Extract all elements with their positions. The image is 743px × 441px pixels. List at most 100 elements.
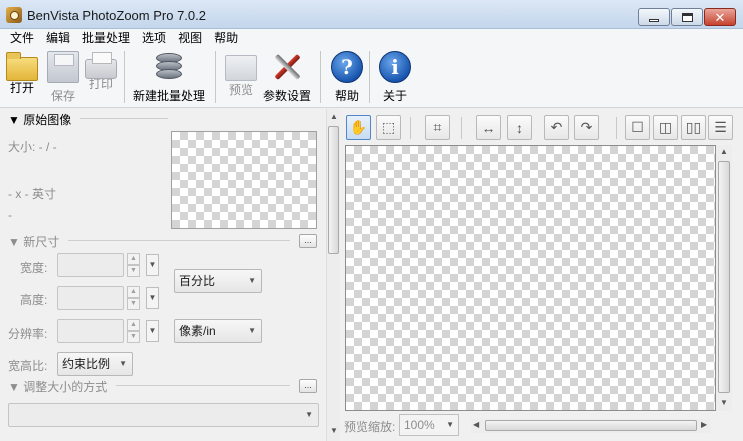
preview-horizontal-scrollbar[interactable]: ◀ ▶ bbox=[471, 419, 711, 433]
flip-horizontal-button[interactable]: ↔ bbox=[476, 115, 501, 140]
toolbar-separator bbox=[215, 51, 216, 103]
resolution-input[interactable] bbox=[57, 319, 124, 343]
original-image-header[interactable]: ▼ 原始图像 bbox=[8, 111, 71, 128]
resize-method-select[interactable]: ▼ bbox=[8, 403, 319, 427]
width-preset-dropdown[interactable]: ▼ bbox=[146, 254, 159, 276]
scrollbar-thumb[interactable] bbox=[718, 161, 730, 393]
print-button[interactable]: 打印 bbox=[85, 51, 117, 92]
new-size-header[interactable]: ▼ 新尺寸 bbox=[8, 233, 59, 250]
crop-icon: ⌗ bbox=[433, 119, 442, 135]
chevron-down-icon: ▼ bbox=[248, 276, 256, 285]
zoom-select[interactable]: 100% ▼ bbox=[399, 414, 459, 436]
menu-edit[interactable]: 编辑 bbox=[40, 29, 76, 47]
settings-panel: ▼ 原始图像 大小: - / - - x - 英寸 - ▼ 新尺寸 ... 宽度… bbox=[0, 109, 341, 441]
toolbar-separator bbox=[410, 117, 411, 139]
minimize-button[interactable] bbox=[638, 8, 670, 26]
aspect-ratio-value: 约束比例 bbox=[62, 357, 111, 371]
printer-icon bbox=[85, 52, 117, 79]
resolution-unit-value: 像素/in bbox=[179, 324, 216, 338]
split-view-button[interactable]: ◫ bbox=[653, 115, 678, 140]
scrollbar-thumb[interactable] bbox=[328, 126, 339, 254]
vertical-arrows-icon: ↕ bbox=[516, 119, 523, 136]
settings-button[interactable]: 参数设置 bbox=[263, 51, 311, 104]
single-view-icon: ☐ bbox=[631, 119, 644, 135]
hand-tool-button[interactable]: ✋ bbox=[346, 115, 371, 140]
resolution-stepper[interactable]: ▲ ▼ bbox=[127, 319, 140, 343]
menu-view[interactable]: 视图 bbox=[172, 29, 208, 47]
app-icon bbox=[6, 7, 22, 23]
help-button[interactable]: ? 帮助 bbox=[331, 51, 363, 104]
rotate-left-icon: ↶ bbox=[550, 119, 563, 135]
height-preset-dropdown[interactable]: ▼ bbox=[146, 287, 159, 309]
rotate-right-icon: ↷ bbox=[580, 119, 593, 135]
view-toolbar: ✋ ⬚ ⌗ ↔ ↕ ↶ ↷ ☐ ◫ ▯▯ ☰ bbox=[341, 109, 743, 142]
unit-select[interactable]: 百分比 ▼ bbox=[174, 269, 262, 293]
image-preview-icon bbox=[225, 55, 257, 81]
side-by-side-icon: ▯▯ bbox=[685, 119, 702, 135]
original-dash-text: - bbox=[8, 208, 12, 222]
height-input[interactable] bbox=[57, 286, 124, 310]
menu-bar: 文件 编辑 批量处理 选项 视图 帮助 bbox=[0, 29, 743, 47]
menu-help[interactable]: 帮助 bbox=[208, 29, 244, 47]
rotate-left-button[interactable]: ↶ bbox=[544, 115, 569, 140]
width-stepper[interactable]: ▲ ▼ bbox=[127, 253, 140, 277]
resolution-preset-dropdown[interactable]: ▼ bbox=[146, 320, 159, 342]
stacked-view-button[interactable]: ☰ bbox=[708, 115, 733, 140]
preview-label: 预览 bbox=[228, 83, 253, 97]
height-stepper[interactable]: ▲ ▼ bbox=[127, 286, 140, 310]
toolbar-separator bbox=[320, 51, 321, 103]
rotate-right-button[interactable]: ↷ bbox=[574, 115, 599, 140]
new-batch-label: 新建批量处理 bbox=[133, 89, 206, 103]
divider bbox=[80, 118, 168, 119]
scroll-down-icon: ▼ bbox=[720, 398, 728, 407]
horizontal-arrows-icon: ↔ bbox=[481, 119, 496, 136]
new-size-more-button[interactable]: ... bbox=[299, 234, 317, 248]
chevron-down-icon: ▼ bbox=[446, 420, 454, 429]
original-thumbnail bbox=[171, 131, 317, 229]
toolbar-separator bbox=[369, 51, 370, 103]
maximize-button[interactable] bbox=[671, 8, 703, 26]
aspect-ratio-select[interactable]: 约束比例 ▼ bbox=[57, 352, 133, 376]
help-label: 帮助 bbox=[334, 89, 359, 103]
close-icon: ✕ bbox=[714, 9, 726, 25]
help-icon: ? bbox=[331, 51, 363, 83]
open-button[interactable]: 打开 bbox=[6, 51, 38, 96]
original-dimensions-text: - x - 英寸 bbox=[8, 187, 56, 201]
flip-vertical-button[interactable]: ↕ bbox=[507, 115, 532, 140]
new-batch-button[interactable]: 新建批量处理 bbox=[133, 51, 205, 104]
toolbar-separator bbox=[616, 117, 617, 139]
preview-canvas[interactable] bbox=[345, 145, 716, 411]
preview-vertical-scrollbar[interactable]: ▲ ▼ bbox=[716, 145, 732, 411]
resize-method-header[interactable]: ▼ 调整大小的方式 bbox=[8, 378, 107, 395]
menu-options[interactable]: 选项 bbox=[136, 29, 172, 47]
side-by-side-button[interactable]: ▯▯ bbox=[681, 115, 706, 140]
hand-icon: ✋ bbox=[349, 119, 368, 135]
scroll-left-icon: ◀ bbox=[473, 420, 480, 429]
selection-icon: ⬚ bbox=[381, 119, 396, 135]
toolbar-separator bbox=[124, 51, 125, 103]
stacked-view-icon: ☰ bbox=[714, 119, 727, 135]
zoom-value: 100% bbox=[404, 418, 435, 432]
original-size-text: 大小: - / - bbox=[8, 140, 57, 154]
left-panel-scrollbar[interactable]: ▲ ▼ bbox=[326, 109, 340, 441]
database-icon bbox=[154, 51, 184, 83]
resize-method-more-button[interactable]: ... bbox=[299, 379, 317, 393]
about-button[interactable]: i 关于 bbox=[379, 51, 411, 104]
close-button[interactable]: ✕ bbox=[704, 8, 736, 26]
folder-open-icon bbox=[6, 52, 38, 81]
scrollbar-thumb[interactable] bbox=[485, 420, 697, 431]
menu-file[interactable]: 文件 bbox=[4, 29, 40, 47]
menu-batch[interactable]: 批量处理 bbox=[76, 29, 136, 47]
save-button[interactable]: 保存 bbox=[47, 51, 79, 104]
selection-tool-button[interactable]: ⬚ bbox=[376, 115, 401, 140]
divider bbox=[68, 240, 290, 241]
toolbar-separator bbox=[461, 117, 462, 139]
crop-button[interactable]: ⌗ bbox=[425, 115, 450, 140]
resolution-unit-select[interactable]: 像素/in ▼ bbox=[174, 319, 262, 343]
width-input[interactable] bbox=[57, 253, 124, 277]
preview-button[interactable]: 预览 bbox=[225, 51, 257, 98]
split-view-icon: ◫ bbox=[658, 119, 673, 135]
settings-label: 参数设置 bbox=[263, 89, 312, 103]
single-view-button[interactable]: ☐ bbox=[625, 115, 650, 140]
scroll-down-icon: ▼ bbox=[330, 426, 338, 435]
